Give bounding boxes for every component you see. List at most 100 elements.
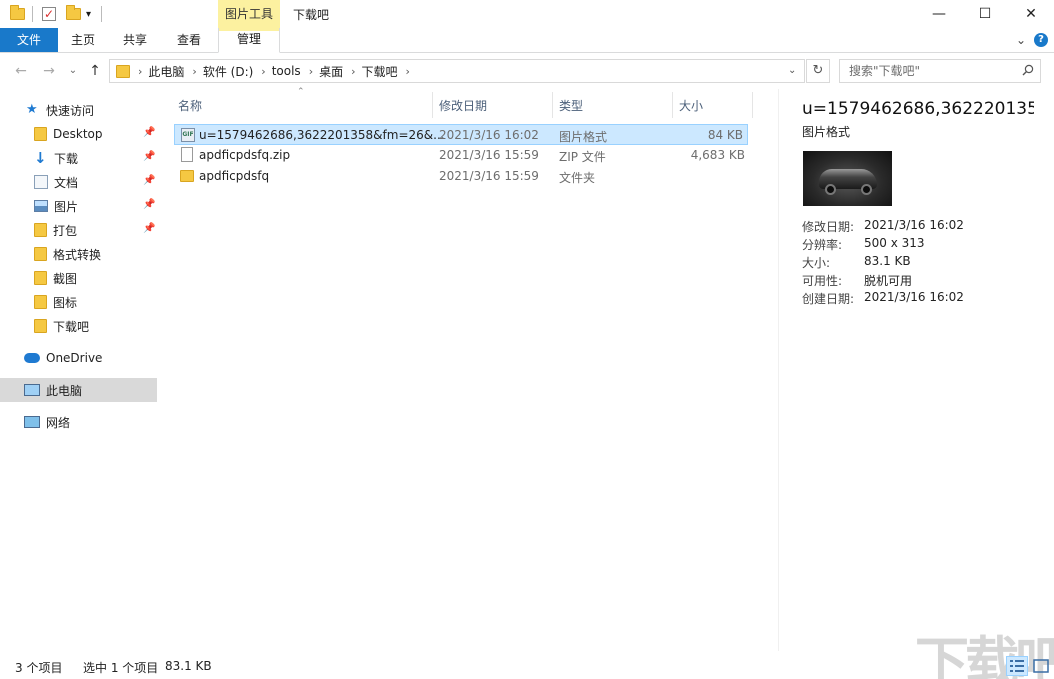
detail-value: 83.1 KB — [864, 254, 911, 268]
refresh-button[interactable]: ↻ — [806, 59, 830, 83]
preview-type: 图片格式 — [802, 125, 851, 139]
tab-manage[interactable]: 管理 — [218, 28, 280, 53]
pane-divider[interactable] — [778, 89, 779, 651]
folder-icon — [34, 127, 47, 141]
breadcrumb-current[interactable]: 下载吧 — [362, 63, 398, 80]
nav-quick-access[interactable]: ★ 快速访问 — [0, 98, 157, 122]
preview-title: u=1579462686,3622201358... — [802, 99, 1034, 119]
column-divider[interactable] — [752, 92, 753, 118]
address-bar[interactable]: › 此电脑 › 软件 (D:) › tools › 桌面 › 下载吧 › — [109, 59, 805, 83]
selection-count: 选中 1 个项目 — [83, 661, 159, 675]
nav-item-pack[interactable]: 打包 📌 — [0, 218, 157, 242]
file-row[interactable]: GIF u=1579462686,3622201358&fm=26&... 20… — [174, 124, 748, 145]
chevron-right-icon[interactable]: › — [406, 65, 410, 78]
column-header-name[interactable]: 名称 — [178, 97, 202, 121]
file-size: 4,683 KB — [690, 148, 745, 162]
chevron-right-icon[interactable]: › — [351, 65, 355, 78]
sort-indicator-icon: ⌃ — [297, 87, 305, 97]
nav-label: Desktop — [53, 127, 103, 141]
column-divider[interactable] — [672, 92, 673, 118]
detail-key: 修改日期: — [802, 220, 855, 234]
nav-item-pictures[interactable]: 图片 📌 — [0, 194, 157, 218]
nav-label: 文档 — [54, 175, 79, 190]
tab-file[interactable]: 文件 — [0, 28, 58, 52]
pin-icon: 📌 — [143, 127, 156, 138]
address-dropdown-icon[interactable]: ⌄ — [788, 65, 796, 76]
column-divider[interactable] — [432, 92, 433, 118]
help-icon[interactable]: ? — [1034, 33, 1048, 47]
recent-locations-button[interactable]: ⌄ — [64, 62, 82, 80]
network-icon — [24, 416, 40, 428]
nav-item-desktop[interactable]: Desktop 📌 — [0, 122, 157, 146]
divider — [32, 6, 33, 22]
nav-label: 网络 — [46, 415, 71, 430]
search-icon — [1022, 64, 1034, 76]
window-title: 下载吧 — [293, 8, 330, 22]
cloud-icon — [24, 353, 40, 363]
large-icons-view-button[interactable] — [1030, 656, 1052, 676]
car-wheel — [825, 184, 836, 195]
file-row[interactable]: apdficpdsfq 2021/3/16 15:59 文件夹 — [174, 166, 748, 187]
nav-this-pc[interactable]: 此电脑 — [0, 378, 157, 402]
tab-share[interactable]: 共享 — [114, 28, 156, 52]
nav-label: 下载吧 — [53, 319, 90, 334]
chevron-right-icon[interactable]: › — [261, 65, 265, 78]
status-bar: 3 个项目 选中 1 个项目 83.1 KB — [0, 652, 1054, 679]
nav-network[interactable]: 网络 — [0, 410, 157, 434]
pin-icon: 📌 — [143, 175, 156, 186]
nav-label: 打包 — [53, 223, 78, 238]
search-input[interactable]: 搜索"下载吧" — [839, 59, 1041, 83]
nav-label: 图标 — [53, 295, 78, 310]
breadcrumb-drive[interactable]: 软件 (D:) — [203, 63, 253, 80]
detail-key: 可用性: — [802, 274, 843, 288]
title-bar: ✓ ▾ 图片工具 下载吧 — ☐ ✕ — [0, 0, 1054, 28]
chevron-right-icon[interactable]: › — [192, 65, 196, 78]
details-view-button[interactable] — [1006, 656, 1028, 676]
folder-icon — [34, 295, 47, 309]
column-header-type[interactable]: 类型 — [559, 97, 583, 121]
nav-item-downloads[interactable]: ↓ 下载 📌 — [0, 146, 157, 170]
selection-size: 83.1 KB — [165, 659, 212, 673]
folder-icon — [116, 64, 130, 78]
nav-item-format-convert[interactable]: 格式转换 — [0, 242, 157, 266]
back-button[interactable]: ← — [12, 62, 30, 80]
new-folder-icon[interactable] — [66, 5, 81, 23]
pin-icon: 📌 — [143, 151, 156, 162]
collapse-ribbon-icon[interactable]: ⌄ — [1016, 33, 1026, 47]
column-divider[interactable] — [552, 92, 553, 118]
column-header-date[interactable]: 修改日期 — [439, 97, 487, 121]
pin-icon: 📌 — [143, 199, 156, 210]
nav-label: 快速访问 — [46, 103, 95, 118]
customize-quick-access-icon[interactable]: ▾ — [86, 5, 91, 23]
folder-icon — [34, 247, 47, 261]
tab-view[interactable]: 查看 — [168, 28, 210, 52]
file-row[interactable]: apdficpdsfq.zip 2021/3/16 15:59 ZIP 文件 4… — [174, 145, 748, 166]
chevron-right-icon[interactable]: › — [309, 65, 313, 78]
document-icon — [34, 175, 48, 189]
close-button[interactable]: ✕ — [1008, 0, 1054, 28]
minimize-button[interactable]: — — [916, 0, 962, 28]
tab-home[interactable]: 主页 — [62, 28, 104, 52]
nav-item-icons[interactable]: 图标 — [0, 290, 157, 314]
nav-item-screenshots[interactable]: 截图 — [0, 266, 157, 290]
pin-icon: 📌 — [143, 223, 156, 234]
file-name: u=1579462686,3622201358&fm=26&... — [199, 128, 445, 142]
computer-icon — [24, 384, 40, 396]
maximize-button[interactable]: ☐ — [962, 0, 1008, 28]
breadcrumb-tools[interactable]: tools — [272, 64, 301, 78]
nav-label: 此电脑 — [46, 383, 83, 398]
breadcrumb-this-pc[interactable]: 此电脑 — [148, 63, 184, 80]
up-button[interactable]: ↑ — [86, 62, 104, 80]
nav-item-documents[interactable]: 文档 📌 — [0, 170, 157, 194]
nav-item-xiazaiba[interactable]: 下载吧 — [0, 314, 157, 338]
properties-icon[interactable]: ✓ — [42, 5, 56, 23]
nav-onedrive[interactable]: OneDrive — [0, 346, 157, 370]
detail-key: 分辨率: — [802, 238, 843, 252]
picture-icon — [34, 200, 48, 212]
column-header-size[interactable]: 大小 — [679, 97, 703, 121]
forward-button[interactable]: → — [40, 62, 58, 80]
chevron-right-icon[interactable]: › — [138, 65, 142, 78]
zip-file-icon — [181, 147, 193, 162]
file-type: ZIP 文件 — [559, 150, 606, 164]
breadcrumb-desktop[interactable]: 桌面 — [319, 63, 343, 80]
